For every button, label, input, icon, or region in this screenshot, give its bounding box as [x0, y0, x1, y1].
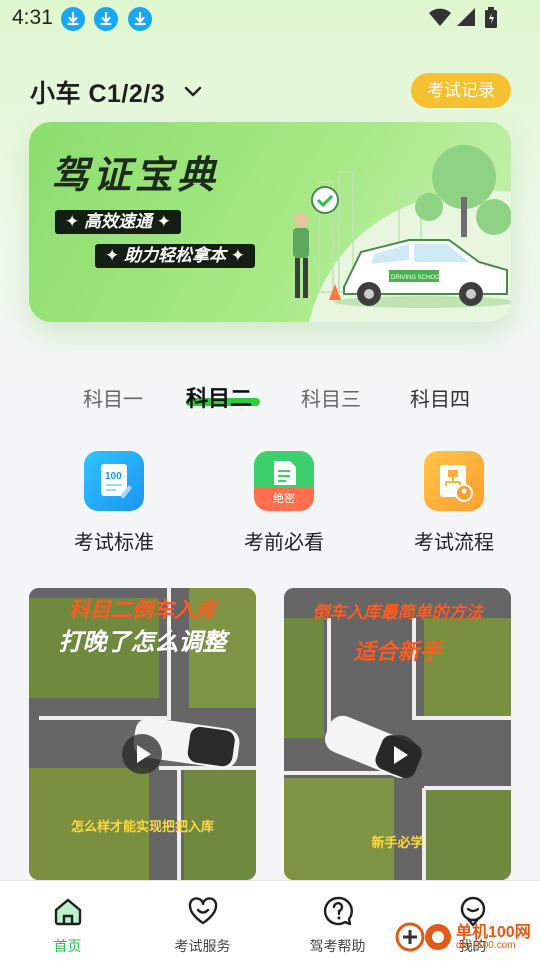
watermark-url: danji100.com: [456, 940, 516, 951]
banner-sign-text: DRIVING SCHOOL: [391, 275, 444, 281]
exam-standard-badge: 100: [105, 471, 122, 482]
wifi-icon: [429, 8, 451, 26]
download-icon: [61, 7, 85, 31]
exam-record-button[interactable]: 考试记录: [411, 73, 511, 108]
exam-standard-label[interactable]: 考试标准: [44, 526, 184, 555]
play-icon[interactable]: [122, 734, 162, 774]
watermark-brand: 单机100网: [456, 924, 531, 941]
nav-help[interactable]: 驾考帮助: [270, 881, 405, 961]
promo-banner[interactable]: 驾证宝典 ✦ 高效速通 ✦ ✦ 助力轻松拿本 ✦ DRIVING SCHOOL: [29, 122, 511, 322]
heart-service-icon: [188, 897, 217, 925]
nav-exam-service[interactable]: 考试服务: [135, 881, 270, 961]
banner-title: 驾证宝典: [51, 155, 220, 197]
video-title-line1: 科目二倒车入库: [69, 599, 216, 622]
download-icon: [128, 7, 152, 31]
driving-school-illustration: DRIVING SCHOOL: [293, 145, 511, 322]
status-time: 4:31: [12, 6, 53, 29]
banner-tag: ✦ 高效速通 ✦: [55, 210, 181, 234]
nav-home[interactable]: 首页: [0, 881, 135, 961]
tab-subject-1[interactable]: 科目一: [83, 383, 143, 412]
tab-subject-4[interactable]: 科目四: [410, 383, 470, 412]
tab-subject-3[interactable]: 科目三: [301, 383, 361, 412]
exam-standard-icon[interactable]: 100: [84, 451, 144, 511]
help-icon: [323, 896, 353, 926]
watermark-logo-icon: [395, 922, 451, 952]
video-title-line1: 倒车入库最简单的方法: [312, 603, 483, 622]
exam-flow-label[interactable]: 考试流程: [384, 526, 524, 555]
cellular-signal-icon: [457, 8, 475, 26]
chevron-down-icon[interactable]: [182, 80, 204, 102]
download-icon: [94, 7, 118, 31]
video-title-line2: 打晚了怎么调整: [58, 629, 227, 656]
site-watermark: 单机100网 danji100.com: [394, 918, 534, 956]
video-subtitle: 怎么样才能实现把把入库: [70, 819, 214, 834]
home-icon: [54, 898, 81, 926]
must-read-icon[interactable]: 绝密: [254, 451, 314, 511]
nav-home-label: 首页: [53, 938, 82, 954]
video-card[interactable]: 科目二倒车入库 打晚了怎么调整 怎么样才能实现把把入库: [29, 588, 256, 880]
vehicle-type-selector[interactable]: 小车 C1/2/3: [30, 74, 165, 110]
video-title-line2: 适合新手: [353, 639, 442, 664]
status-bar: 4:31: [0, 0, 540, 36]
play-icon[interactable]: [379, 735, 419, 775]
tab-subject-2[interactable]: 科目二: [186, 381, 252, 413]
video-card[interactable]: 倒车入库最简单的方法 适合新手 新手必学: [284, 588, 511, 880]
exam-flow-icon[interactable]: [424, 451, 484, 511]
battery-icon: [485, 7, 497, 28]
video-subtitle: 新手必学: [371, 835, 424, 850]
banner-tag: ✦ 助力轻松拿本 ✦: [95, 244, 255, 268]
must-read-badge: 绝密: [273, 491, 295, 505]
nav-help-label: 驾考帮助: [309, 938, 366, 954]
nav-exam-service-label: 考试服务: [174, 938, 231, 954]
must-read-label[interactable]: 考前必看: [214, 526, 354, 555]
